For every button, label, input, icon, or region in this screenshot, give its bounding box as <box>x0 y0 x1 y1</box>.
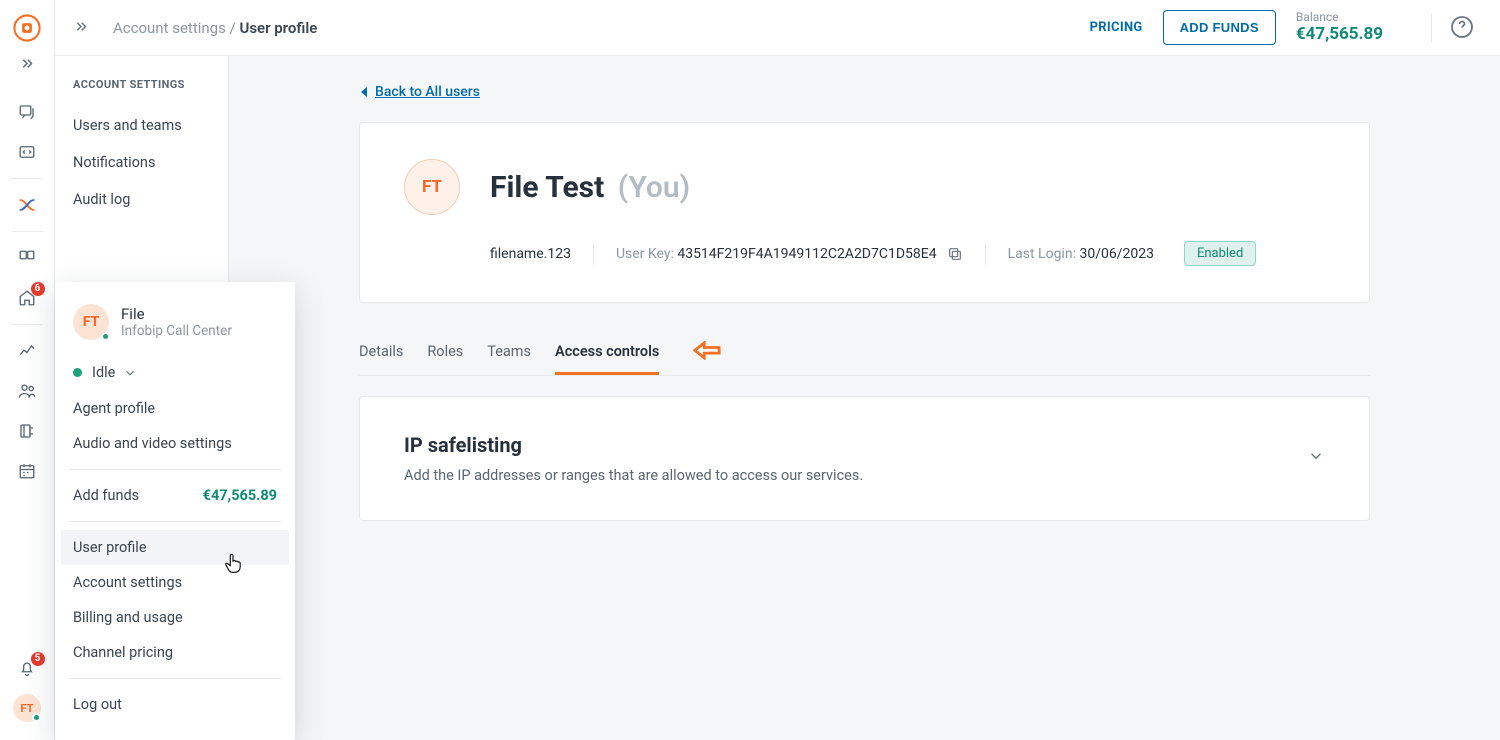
profile-title: File Test (You) <box>490 170 690 205</box>
tab-teams[interactable]: Teams <box>487 331 531 375</box>
menu-log-out[interactable]: Log out <box>55 687 295 722</box>
username: filename.123 <box>490 246 571 262</box>
user-key-value: 43514F219F4A1949112C2A2D7C1D58E4 <box>677 246 936 262</box>
nav-bell-icon[interactable]: 5 <box>0 648 55 688</box>
status-selector[interactable]: Idle <box>55 354 295 391</box>
status-label: Idle <box>92 364 115 381</box>
account-popover: FT File Infobip Call Center Idle Agent p… <box>55 282 295 740</box>
last-login-label: Last Login: <box>1008 246 1076 262</box>
nav-calendar-icon[interactable] <box>0 451 55 491</box>
help-icon[interactable] <box>1450 15 1476 41</box>
presence-dot-icon <box>32 713 41 722</box>
tab-access-controls[interactable]: Access controls <box>555 331 659 375</box>
presence-dot-icon <box>101 332 110 341</box>
nav-reports-icon[interactable] <box>0 238 55 278</box>
back-to-users-link[interactable]: Back to All users <box>359 84 480 100</box>
sidebar-item-audit-log[interactable]: Audit log <box>73 181 228 218</box>
balance-display: Balance €47,565.89 <box>1296 11 1383 44</box>
ip-safelisting-card[interactable]: IP safelisting Add the IP addresses or r… <box>359 396 1370 521</box>
profile-name: File Test <box>490 170 604 205</box>
cursor-hand-icon <box>224 553 242 575</box>
user-key-label: User Key: <box>616 246 674 262</box>
profile-card: FT File Test (You) filename.123 User Key… <box>359 122 1370 303</box>
brand-logo-icon[interactable] <box>13 14 41 42</box>
breadcrumb-current: User profile <box>239 19 317 37</box>
tab-details[interactable]: Details <box>359 331 403 375</box>
expand-rail-icon[interactable] <box>0 48 55 82</box>
pricing-link[interactable]: PRICING <box>1090 20 1143 35</box>
menu-account-settings[interactable]: Account settings <box>55 565 295 600</box>
status-badge: Enabled <box>1184 241 1256 266</box>
menu-add-funds[interactable]: Add funds €47,565.89 <box>55 478 295 513</box>
you-suffix: (You) <box>618 170 690 205</box>
last-login-value: 30/06/2023 <box>1079 246 1154 262</box>
nav-code-icon[interactable] <box>0 132 55 172</box>
nav-analytics-icon[interactable] <box>0 331 55 371</box>
nav-bell-badge: 5 <box>31 652 45 666</box>
sidebar-item-notifications[interactable]: Notifications <box>73 144 228 181</box>
nav-avatar-initials: FT <box>21 702 34 715</box>
menu-billing[interactable]: Billing and usage <box>55 600 295 635</box>
profile-avatar: FT <box>404 159 460 215</box>
breadcrumb: Account settings / User profile <box>113 19 317 37</box>
popover-name: File <box>121 305 232 323</box>
collapse-sidebar-icon[interactable] <box>67 14 95 42</box>
sidebar-item-users-teams[interactable]: Users and teams <box>73 107 228 144</box>
profile-tabs: Details Roles Teams Access controls <box>359 331 1370 376</box>
chevron-down-icon[interactable] <box>1307 447 1325 465</box>
menu-channel-pricing[interactable]: Channel pricing <box>55 635 295 670</box>
ip-safelisting-desc: Add the IP addresses or ranges that are … <box>404 467 863 484</box>
tab-roles[interactable]: Roles <box>427 331 463 375</box>
popover-org: Infobip Call Center <box>121 323 232 339</box>
breadcrumb-parent[interactable]: Account settings / <box>113 19 236 37</box>
menu-agent-profile[interactable]: Agent profile <box>55 391 295 426</box>
nav-home-icon[interactable]: 6 <box>0 278 55 318</box>
ip-safelisting-title: IP safelisting <box>404 433 863 457</box>
nav-routes-icon[interactable] <box>0 185 55 225</box>
add-funds-button[interactable]: ADD FUNDS <box>1163 10 1276 45</box>
back-link-label: Back to All users <box>375 84 480 100</box>
balance-label: Balance <box>1296 11 1383 25</box>
nav-db-icon[interactable] <box>0 411 55 451</box>
nav-home-badge: 6 <box>31 282 45 296</box>
menu-add-funds-label: Add funds <box>73 487 139 504</box>
popover-avatar: FT <box>73 304 109 340</box>
presence-dot-icon <box>73 368 82 377</box>
copy-icon[interactable] <box>947 246 963 262</box>
menu-user-profile[interactable]: User profile <box>61 530 289 565</box>
nav-messages-icon[interactable] <box>0 92 55 132</box>
menu-balance-amount: €47,565.89 <box>203 487 277 504</box>
balance-amount: €47,565.89 <box>1296 25 1383 45</box>
settings-heading: ACCOUNT SETTINGS <box>73 78 228 91</box>
annotation-arrow-icon <box>693 341 721 361</box>
nav-people-icon[interactable] <box>0 371 55 411</box>
menu-av-settings[interactable]: Audio and video settings <box>55 426 295 461</box>
nav-avatar-button[interactable]: FT <box>0 688 55 728</box>
